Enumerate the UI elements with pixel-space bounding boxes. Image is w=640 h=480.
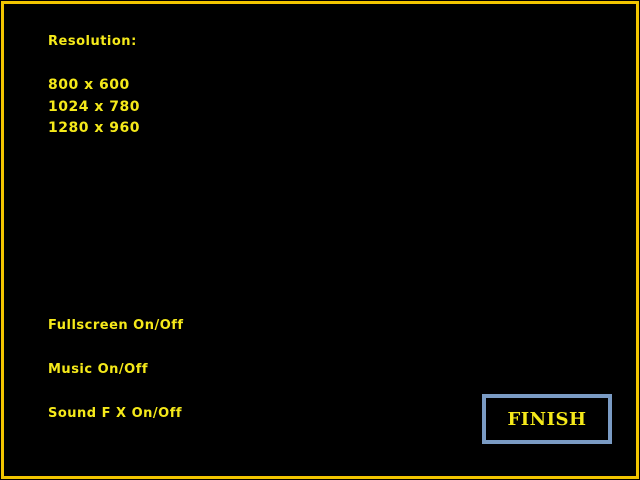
finish-button[interactable]: FINISH (482, 394, 612, 444)
settings-panel: Resolution: 800 x 600 1024 x 780 1280 x … (1, 1, 639, 479)
resolution-option-800x600[interactable]: 800 x 600 (48, 77, 130, 93)
resolution-option-1024x780[interactable]: 1024 x 780 (48, 99, 140, 115)
fullscreen-toggle[interactable]: Fullscreen On/Off (48, 318, 184, 334)
resolution-option-1280x960[interactable]: 1280 x 960 (48, 120, 140, 136)
resolution-heading: Resolution: (48, 34, 137, 49)
sound-fx-toggle[interactable]: Sound F X On/Off (48, 406, 182, 422)
finish-button-label: FINISH (507, 408, 587, 430)
music-toggle[interactable]: Music On/Off (48, 362, 148, 378)
